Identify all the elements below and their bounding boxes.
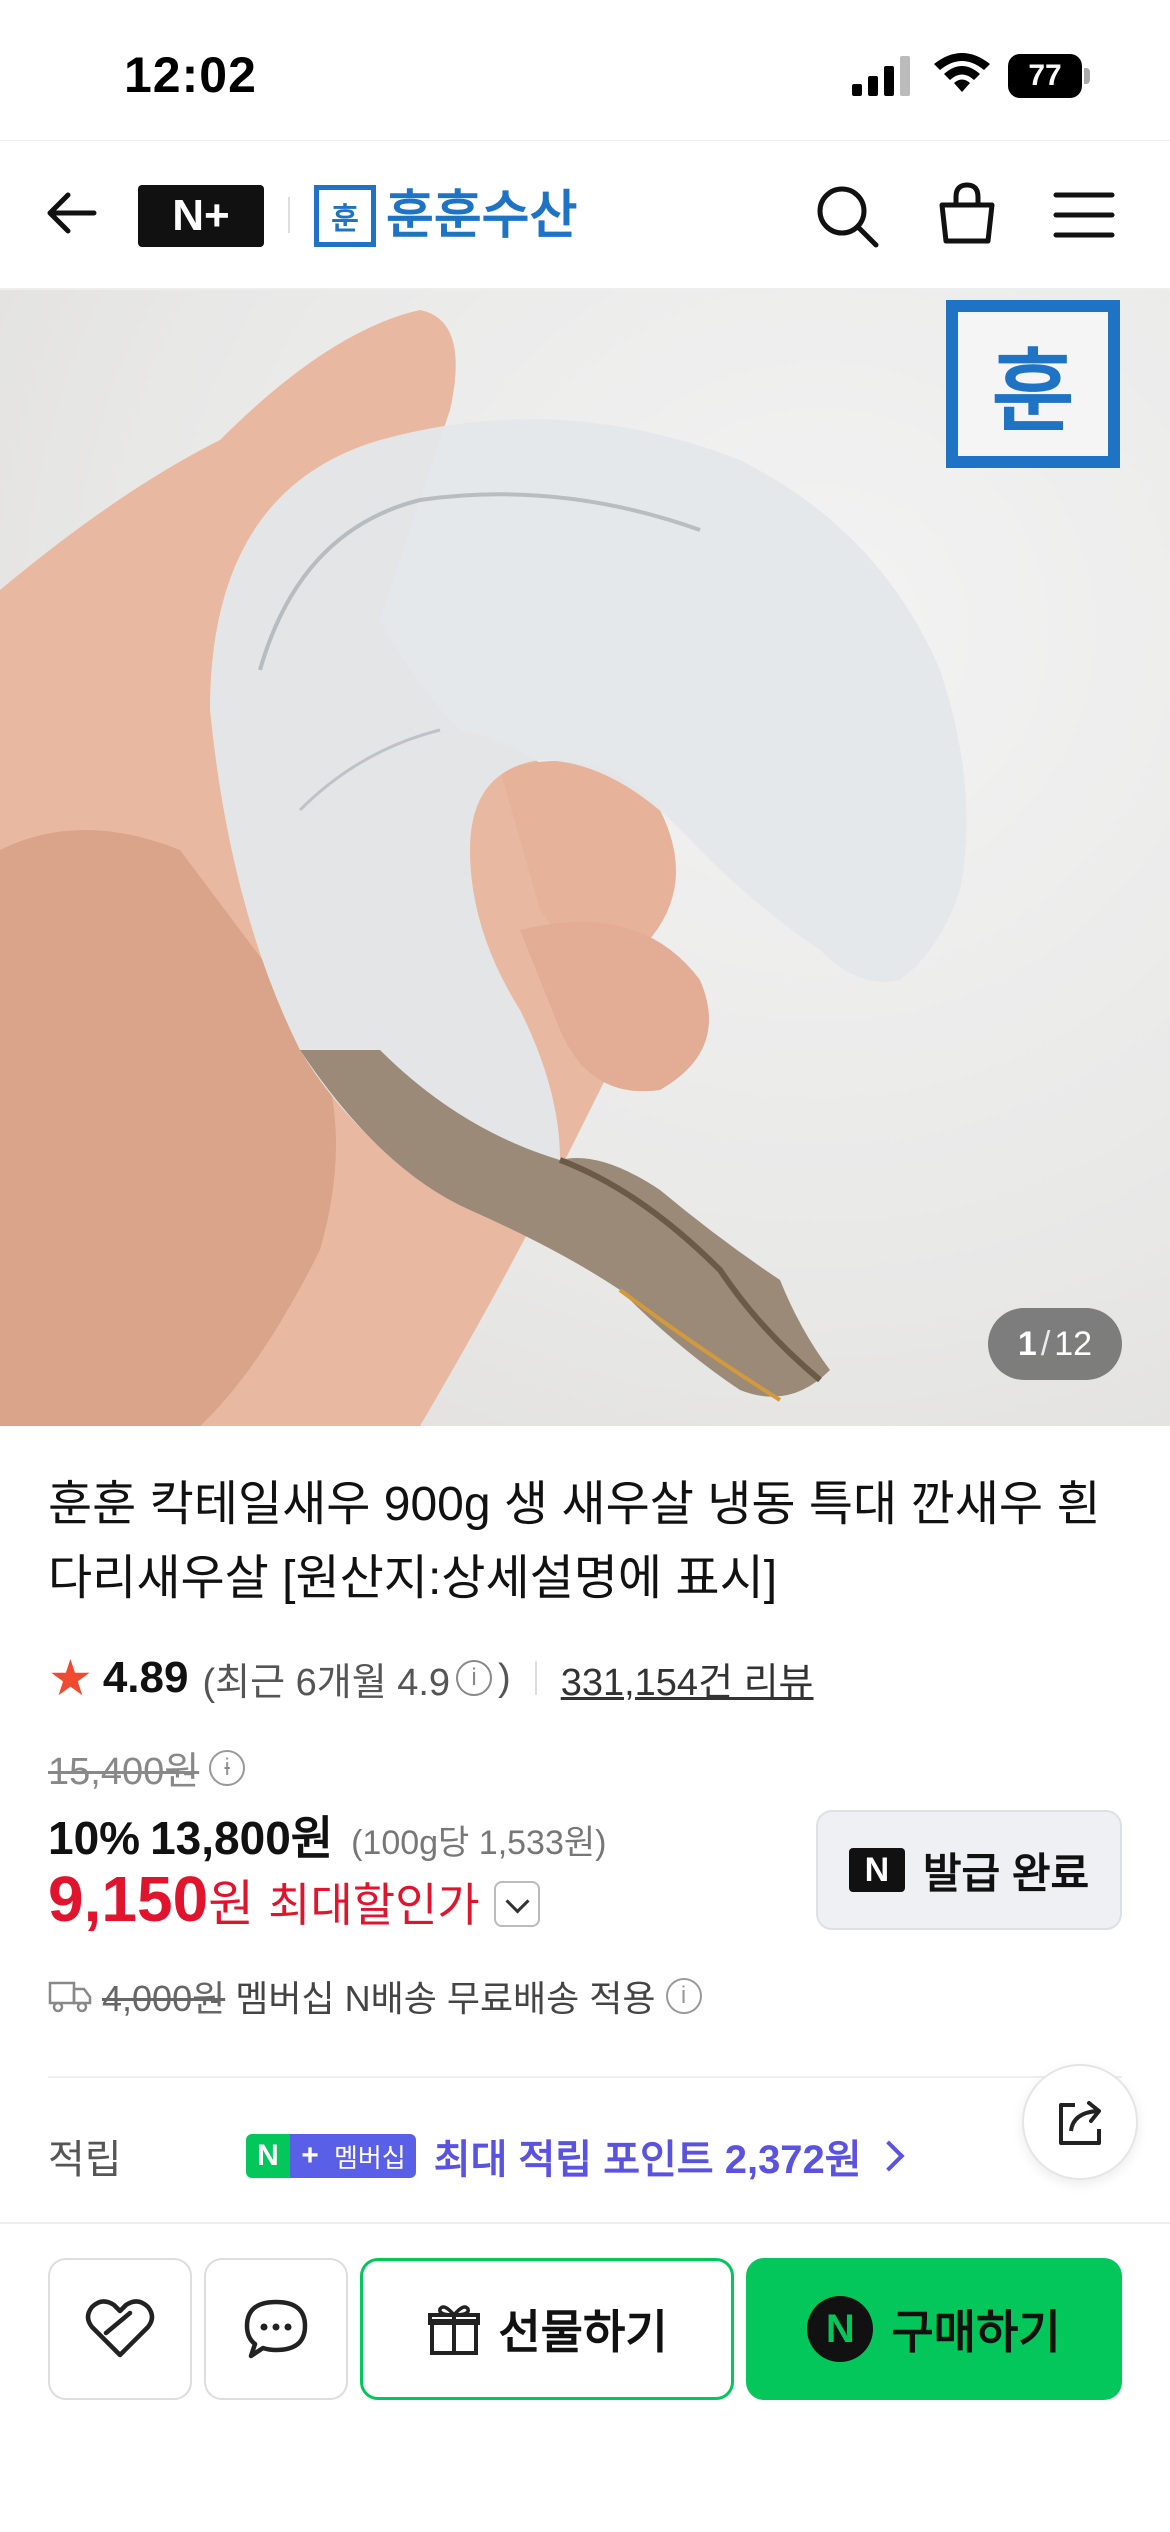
badge-membership: 멤버십	[330, 2134, 416, 2178]
wifi-icon	[934, 53, 990, 92]
store-name[interactable]: 훈훈수산	[386, 185, 577, 247]
points-label: 적립	[48, 2138, 122, 2182]
top-nav: N+ 훈 훈훈수산	[0, 140, 1170, 290]
search-icon[interactable]	[812, 181, 882, 251]
shipping-info-icon[interactable]: i	[665, 1978, 702, 2014]
original-price: 15,400원	[48, 1751, 200, 1793]
coupon-button-label: 발급 완료	[922, 1849, 1090, 1897]
back-arrow-icon[interactable]	[40, 181, 104, 245]
coupon-issued-button[interactable]: N 발급 완료	[816, 1810, 1122, 1930]
status-time: 12:02	[124, 47, 257, 103]
shipping-original-fee: 4,000원	[102, 1978, 226, 2019]
recent-rating-close: )	[498, 1656, 511, 1699]
naver-n-icon: N	[848, 1848, 905, 1892]
section-divider	[48, 2076, 1122, 2078]
price-info-icon[interactable]: i	[209, 1749, 246, 1786]
shipping-text: 멤버십 N배송 무료배송 적용	[235, 1978, 656, 2019]
image-counter-separator: /	[1040, 1324, 1051, 1363]
shipping-row: 4,000원 멤버십 N배송 무료배송 적용 i	[48, 1970, 702, 2022]
product-title: 훈훈 칵테일새우 900g 생 새우살 냉동 특대 깐새우 흰다리새우살 [원산…	[48, 1478, 1101, 1605]
menu-icon[interactable]	[1052, 185, 1116, 245]
bottom-action-bar: 선물하기 N 구매하기	[0, 2222, 1170, 2532]
rating-row: ★ 4.89 (최근 6개월 4.9 i ) 331,154건 리뷰	[48, 1646, 814, 1710]
rating-score: 4.89	[102, 1653, 189, 1702]
review-count-link[interactable]: 331,154건 리뷰	[561, 1651, 814, 1706]
unit-price: (100g당 1,533원)	[351, 1824, 607, 1862]
badge-n: N	[246, 2134, 290, 2178]
buy-button[interactable]: N 구매하기	[746, 2258, 1122, 2400]
cellular-signal-icon	[852, 56, 910, 96]
brand-watermark-logo: 훈	[946, 300, 1120, 468]
chevron-down-icon[interactable]	[493, 1881, 540, 1927]
share-icon	[1059, 2101, 1101, 2145]
star-icon: ★	[48, 1650, 93, 1706]
truck-icon	[48, 1981, 92, 2013]
original-price-row: 15,400원 i	[48, 1740, 246, 1795]
discount-price-row: 10% 13,800원 (100g당 1,533원)	[48, 1802, 606, 1868]
rating-divider	[534, 1661, 537, 1695]
battery-icon: 77	[1008, 54, 1090, 98]
talk-talk-button[interactable]	[204, 2258, 348, 2400]
shopping-bag-icon[interactable]	[932, 179, 1002, 249]
share-button[interactable]	[1022, 2064, 1138, 2180]
product-image-gallery[interactable]: 훈 1 / 12	[0, 290, 1170, 1426]
gift-button-label: 선물하기	[498, 2306, 668, 2358]
image-counter-current: 1	[1017, 1324, 1037, 1363]
recent-rating-text: (최근 6개월 4.9	[202, 1661, 451, 1704]
chat-bubble-icon	[244, 2299, 308, 2359]
naver-pay-n-icon: N	[807, 2296, 874, 2362]
points-row[interactable]: 적립 N + 멤버십 최대 적립 포인트 2,372원	[48, 2126, 1048, 2186]
status-bar: 12:02 77	[0, 0, 1170, 140]
naver-plus-logo[interactable]: N+	[138, 185, 264, 247]
max-sale-won: 원	[208, 1876, 255, 1932]
discounted-price: 13,800원	[150, 1812, 334, 1864]
max-sale-row: 9,150 원 최대할인가	[48, 1862, 540, 1936]
max-sale-label: 최대할인가	[268, 1879, 480, 1931]
discount-percent: 10%	[48, 1812, 141, 1864]
header-divider	[288, 197, 290, 233]
heart-icon	[85, 2299, 155, 2358]
gift-icon	[428, 2305, 481, 2355]
buy-button-label: 구매하기	[891, 2306, 1061, 2358]
info-icon[interactable]: i	[456, 1660, 493, 1696]
badge-plus: +	[290, 2134, 330, 2178]
max-sale-price: 9,150	[48, 1863, 209, 1935]
gift-button[interactable]: 선물하기	[360, 2258, 734, 2400]
image-counter-total: 12	[1054, 1324, 1093, 1363]
nplus-membership-badge: N + 멤버십	[246, 2134, 416, 2178]
chevron-right-icon	[873, 2140, 905, 2172]
image-counter: 1 / 12	[988, 1308, 1122, 1380]
wishlist-button[interactable]	[48, 2258, 192, 2400]
max-points-text: 최대 적립 포인트 2,372원	[433, 2138, 862, 2182]
battery-level: 77	[1008, 54, 1082, 98]
store-logo-icon[interactable]: 훈	[314, 185, 376, 247]
